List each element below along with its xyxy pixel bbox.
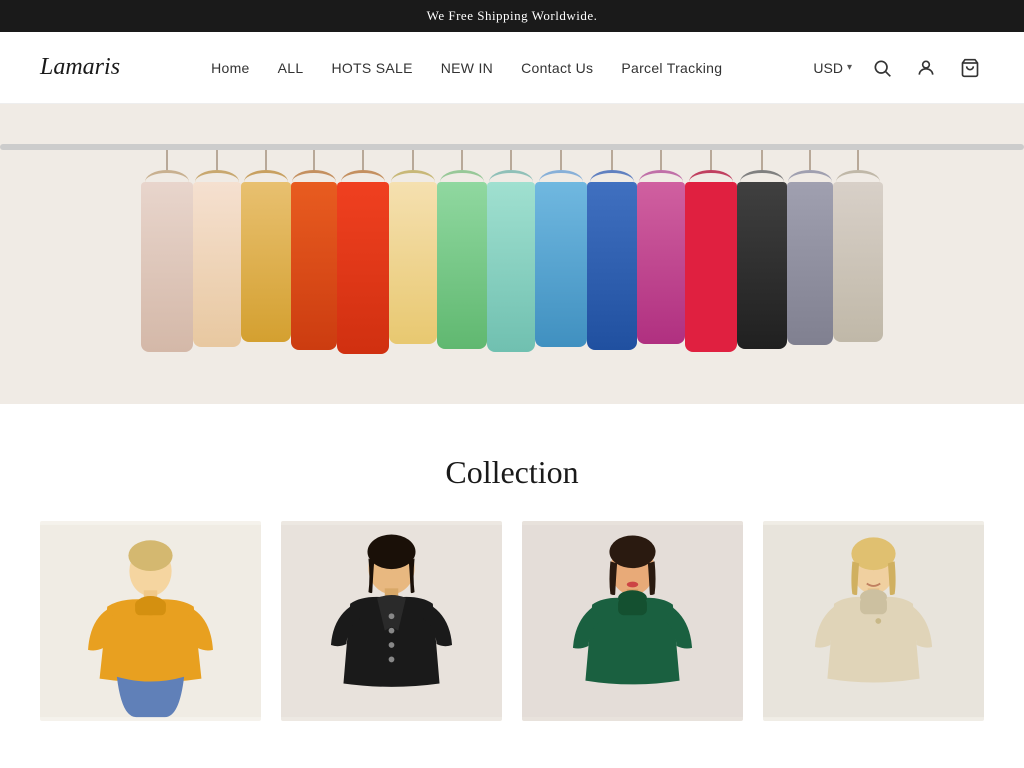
hook [265,150,267,170]
rack-bar [0,144,1024,150]
product-image-3 [522,521,743,721]
hanger-arms [145,170,189,182]
nav-item-new-in[interactable]: NEW IN [441,60,493,76]
hanger-arms [440,170,484,182]
hanger-arms [639,170,683,182]
product-card-4[interactable] [763,521,984,721]
hanger-2 [193,150,241,347]
hanger-arms [391,170,435,182]
garment [787,182,833,345]
search-button[interactable] [868,54,896,82]
nav-item-hots-sale[interactable]: HOTS SALE [331,60,412,76]
garment [833,182,883,342]
nav-item-contact-us[interactable]: Contact Us [521,60,593,76]
hanger-arms [590,170,634,182]
hanger-5 [337,150,389,354]
cart-button[interactable] [956,54,984,82]
hook [660,150,662,170]
hanger-15 [833,150,883,342]
hanger-6 [389,150,437,344]
garment [141,182,193,352]
hanger-8 [487,150,535,352]
product-card-2[interactable] [281,521,502,721]
hook [809,150,811,170]
product-figure-1 [40,521,261,721]
account-button[interactable] [912,54,940,82]
hook [166,150,168,170]
hanger-12 [685,150,737,352]
hanger-arms [689,170,733,182]
product-grid [40,521,984,721]
hook [710,150,712,170]
hanger-arms [489,170,533,182]
garment [535,182,587,347]
currency-selector[interactable]: USD ▾ [813,60,852,76]
hanger-13 [737,150,787,349]
garment [291,182,337,350]
garment [587,182,637,350]
product-card-1[interactable] [40,521,261,721]
search-icon [872,58,892,78]
hook [761,150,763,170]
user-icon [916,58,936,78]
hanger-14 [787,150,833,345]
hook [216,150,218,170]
hanger-10 [587,150,637,350]
hanger-arms [740,170,784,182]
hanger-arms [195,170,239,182]
hanger-arms [836,170,880,182]
nav-item-all[interactable]: ALL [278,60,304,76]
header: Lamaris Home ALL HOTS SALE NEW IN Contac… [0,32,1024,104]
navigation: Home ALL HOTS SALE NEW IN Contact Us Par… [211,60,722,76]
garment [337,182,389,354]
hook [461,150,463,170]
garment [487,182,535,352]
product-figure-3 [522,521,743,721]
announcement-bar: We Free Shipping Worldwide. [0,0,1024,32]
garment [685,182,737,352]
hook [510,150,512,170]
hook [560,150,562,170]
product-figure-2 [281,521,502,721]
hook [362,150,364,170]
logo[interactable]: Lamaris [40,54,120,81]
hanger-3 [241,150,291,342]
product-image-2 [281,521,502,721]
hook [857,150,859,170]
hanger-arms [788,170,832,182]
hanger-9 [535,150,587,347]
cart-icon [960,58,980,78]
garment [437,182,487,349]
collection-section: Collection [0,404,1024,751]
hanger-arms [292,170,336,182]
clothing-rack [0,104,1024,404]
hanger-arms [244,170,288,182]
nav-item-parcel-tracking[interactable]: Parcel Tracking [621,60,722,76]
garment [737,182,787,349]
hook [412,150,414,170]
hook [313,150,315,170]
hook [611,150,613,170]
nav-item-home[interactable]: Home [211,60,250,76]
product-figure-4 [763,521,984,721]
currency-label: USD [813,60,843,76]
product-card-3[interactable] [522,521,743,721]
garment [637,182,685,344]
product-image-4 [763,521,984,721]
hanger-1 [141,150,193,352]
garment [241,182,291,342]
announcement-text: We Free Shipping Worldwide. [427,8,598,23]
hanger-4 [291,150,337,350]
hanger-7 [437,150,487,349]
hanger-arms [341,170,385,182]
garment [193,182,241,347]
hero-banner [0,104,1024,404]
hanger-arms [539,170,583,182]
product-image-1 [40,521,261,721]
currency-chevron-icon: ▾ [847,62,852,73]
header-actions: USD ▾ [813,54,984,82]
hanger-11 [637,150,685,344]
garment [389,182,437,344]
collection-title: Collection [40,454,984,491]
